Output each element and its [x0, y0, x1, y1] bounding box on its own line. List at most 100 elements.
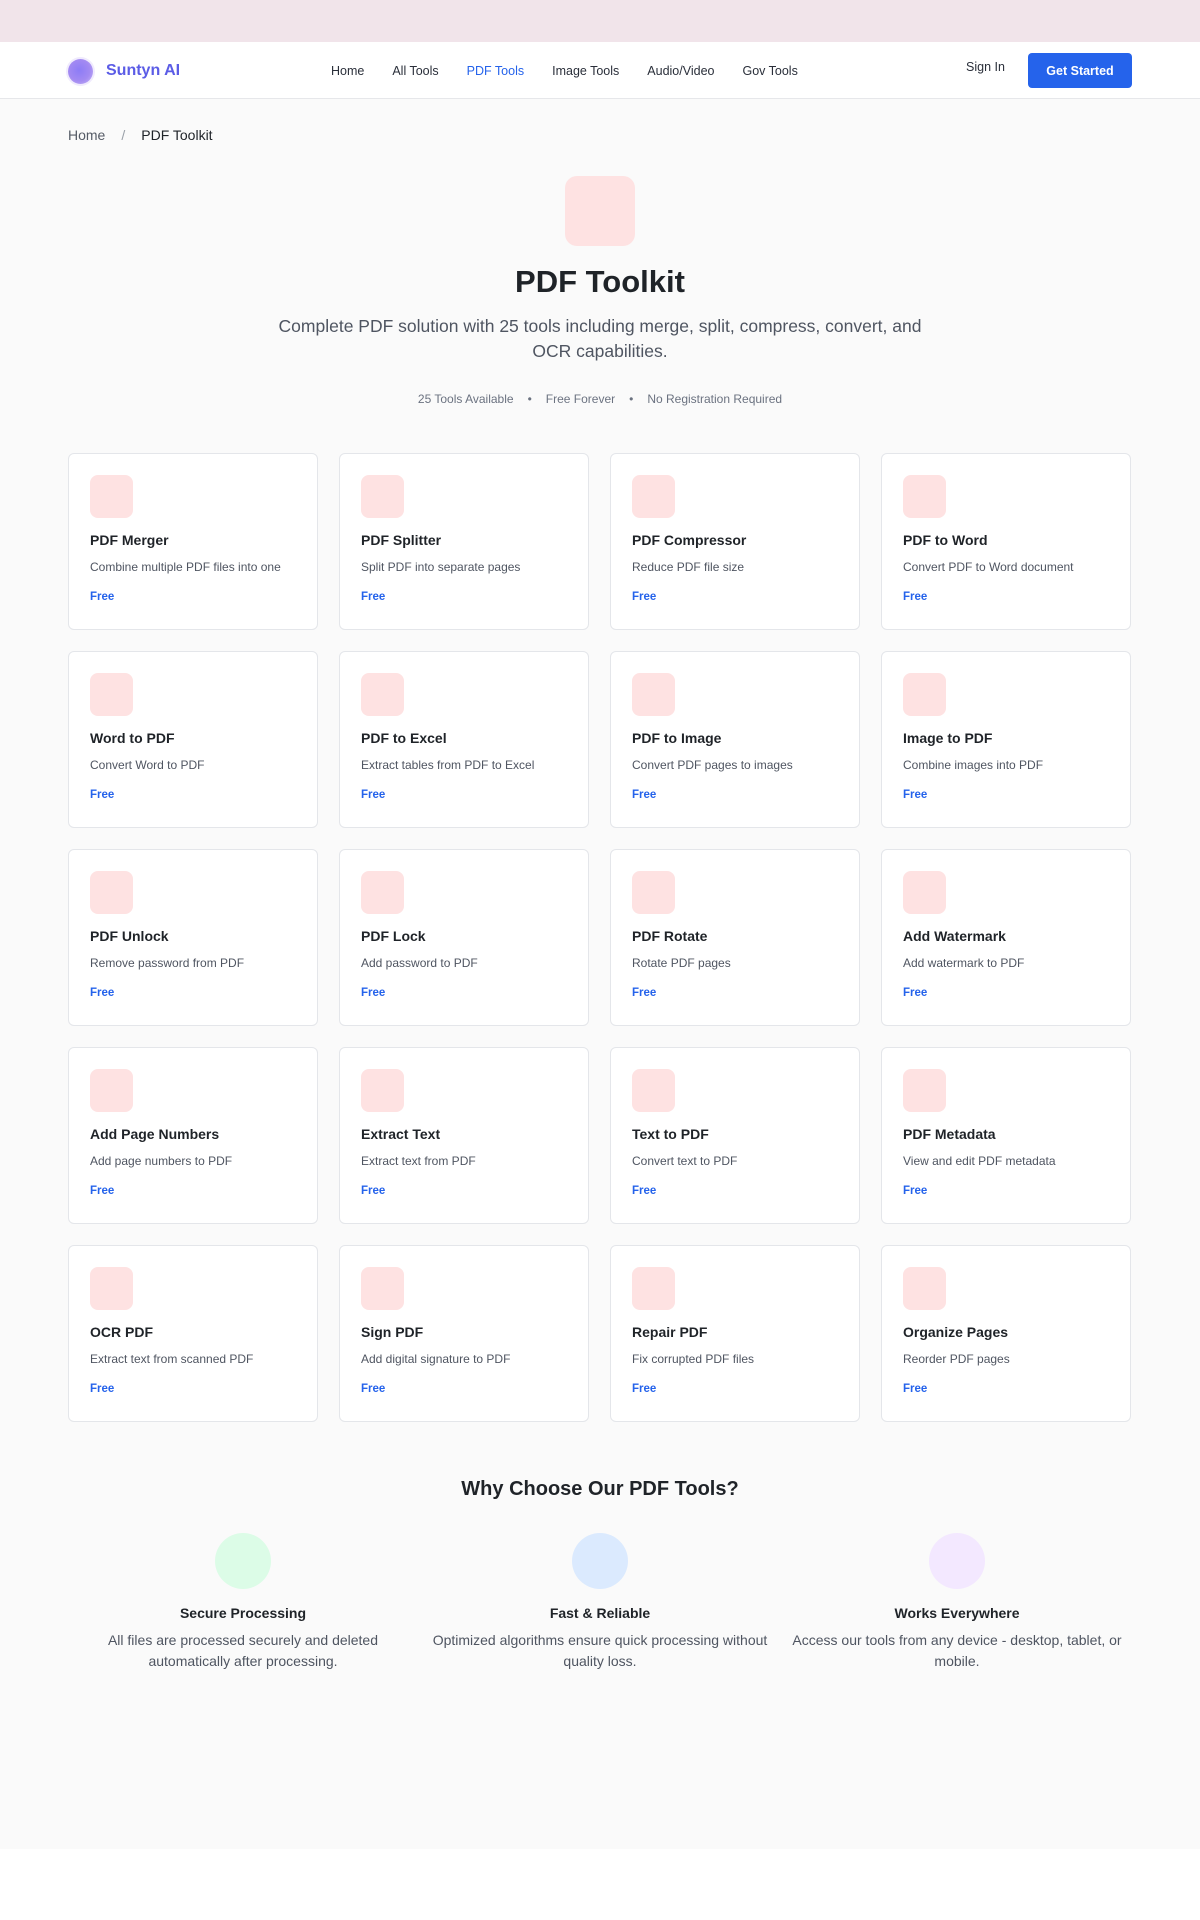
tool-title: PDF to Word — [903, 532, 988, 548]
tool-icon — [361, 871, 404, 914]
tool-card-image-to-pdf[interactable]: Image to PDF Combine images into PDF Free — [881, 651, 1131, 828]
tool-price-badge: Free — [361, 789, 386, 801]
tool-card-sign-pdf[interactable]: Sign PDF Add digital signature to PDF Free — [339, 1245, 589, 1422]
tool-description: Remove password from PDF — [90, 956, 245, 970]
tool-title: PDF Splitter — [361, 532, 442, 548]
feature-description: All files are processed securely and del… — [107, 1632, 379, 1669]
breadcrumb-home[interactable]: Home — [68, 127, 105, 143]
tool-card-pdf-compressor[interactable]: PDF Compressor Reduce PDF file size Free — [610, 453, 860, 630]
tool-icon — [903, 475, 946, 518]
feature-item: Secure Processing All files are processed… — [68, 1533, 418, 1672]
tool-title: PDF Lock — [361, 928, 426, 944]
tool-grid: PDF Merger Combine multiple PDF files int… — [68, 453, 1132, 1422]
nav-link-image-tools[interactable]: Image Tools — [552, 64, 619, 78]
tool-card-pdf-to-excel[interactable]: PDF to Excel Extract tables from PDF to E… — [339, 651, 589, 828]
tool-title: OCR PDF — [90, 1324, 153, 1340]
tool-card-extract-text[interactable]: Extract Text Extract text from PDF Free — [339, 1047, 589, 1224]
tool-description: Fix corrupted PDF files — [632, 1352, 755, 1366]
breadcrumb-separator: / — [121, 127, 126, 143]
pdf-icon — [565, 176, 635, 246]
tool-card-pdf-lock[interactable]: PDF Lock Add password to PDF Free — [339, 849, 589, 1026]
tool-card-word-to-pdf[interactable]: Word to PDF Convert Word to PDF Free — [68, 651, 318, 828]
tool-description: Add page numbers to PDF — [90, 1154, 233, 1168]
tool-card-add-page-numbers[interactable]: Add Page Numbers Add page numbers to PDF F… — [68, 1047, 318, 1224]
tool-title: PDF to Excel — [361, 730, 447, 746]
tool-price-badge: Free — [632, 987, 657, 999]
tool-title: Sign PDF — [361, 1324, 424, 1340]
tool-description: Rotate PDF pages — [632, 956, 731, 970]
tool-title: Text to PDF — [632, 1126, 709, 1142]
tool-card-pdf-splitter[interactable]: PDF Splitter Split PDF into separate page… — [339, 453, 589, 630]
tool-title: Add Page Numbers — [90, 1126, 220, 1142]
tool-price-badge: Free — [632, 1383, 657, 1395]
tool-card-pdf-rotate[interactable]: PDF Rotate Rotate PDF pages Free — [610, 849, 860, 1026]
tool-price-badge: Free — [361, 1185, 386, 1197]
top-banner-strip — [0, 0, 1200, 42]
sign-in-link[interactable]: Sign In — [966, 60, 1005, 74]
tool-price-badge: Free — [903, 987, 928, 999]
nav-link-all-tools[interactable]: All Tools — [392, 64, 438, 78]
tool-card-pdf-to-word[interactable]: PDF to Word Convert PDF to Word document F… — [881, 453, 1131, 630]
feature-description: Optimized algorithms ensure quick proces… — [432, 1632, 768, 1669]
meta-separator: • — [527, 392, 532, 406]
tool-icon — [903, 1267, 946, 1310]
feature-title: Fast & Reliable — [549, 1605, 651, 1621]
nav-link-pdf-tools[interactable]: PDF Tools — [467, 64, 524, 78]
tool-card-repair-pdf[interactable]: Repair PDF Fix corrupted PDF files Free — [610, 1245, 860, 1422]
meta-free: Free Forever — [545, 392, 616, 406]
tool-card-pdf-metadata[interactable]: PDF Metadata View and edit PDF metadata Fr… — [881, 1047, 1131, 1224]
tool-price-badge: Free — [632, 1185, 657, 1197]
tool-icon — [90, 1069, 133, 1112]
feature-title: Secure Processing — [179, 1605, 307, 1621]
tool-icon — [632, 673, 675, 716]
tool-icon — [361, 1267, 404, 1310]
tool-description: View and edit PDF metadata — [903, 1154, 1056, 1168]
tool-card-pdf-to-image[interactable]: PDF to Image Convert PDF pages to images F… — [610, 651, 860, 828]
nav-link-audio-video[interactable]: Audio/Video — [647, 64, 714, 78]
tool-card-text-to-pdf[interactable]: Text to PDF Convert text to PDF Free — [610, 1047, 860, 1224]
get-started-button[interactable]: Get Started — [1028, 53, 1132, 88]
features-row: Secure Processing All files are processed… — [68, 1533, 1132, 1672]
tool-card-pdf-merger[interactable]: PDF Merger Combine multiple PDF files int… — [68, 453, 318, 630]
tool-icon — [90, 1267, 133, 1310]
tool-card-add-watermark[interactable]: Add Watermark Add watermark to PDF Free — [881, 849, 1131, 1026]
tool-description: Extract text from PDF — [361, 1154, 476, 1168]
tool-description: Split PDF into separate pages — [361, 560, 521, 574]
tool-icon — [632, 1069, 675, 1112]
tool-title: PDF Compressor — [632, 532, 747, 548]
tool-price-badge: Free — [90, 1185, 115, 1197]
tool-price-badge: Free — [90, 1383, 115, 1395]
page-title: PDF Toolkit — [515, 264, 685, 299]
tool-price-badge: Free — [903, 789, 928, 801]
tool-title: PDF Rotate — [632, 928, 708, 944]
tool-description: Add digital signature to PDF — [361, 1352, 511, 1366]
tool-icon — [903, 1069, 946, 1112]
tool-icon — [632, 475, 675, 518]
tool-description: Convert Word to PDF — [90, 758, 205, 772]
tool-icon — [361, 673, 404, 716]
tool-price-badge: Free — [903, 1383, 928, 1395]
tool-title: Image to PDF — [903, 730, 993, 746]
meta-no-registration: No Registration Required — [647, 392, 783, 406]
lightning-icon — [572, 1533, 628, 1589]
tool-description: Convert PDF to Word document — [903, 560, 1074, 574]
breadcrumb: Home / PDF Toolkit — [68, 127, 213, 143]
tool-icon — [632, 871, 675, 914]
nav-link-home[interactable]: Home — [331, 64, 364, 78]
brand-name: Suntyn AI — [106, 62, 181, 79]
navbar: Suntyn AI Home All Tools PDF Tools Image… — [0, 42, 1200, 99]
tool-icon — [632, 1267, 675, 1310]
nav-link-gov-tools[interactable]: Gov Tools — [742, 64, 797, 78]
tool-card-pdf-unlock[interactable]: PDF Unlock Remove password from PDF Free — [68, 849, 318, 1026]
meta-separator: • — [629, 392, 634, 406]
tool-price-badge: Free — [361, 987, 386, 999]
tool-description: Combine multiple PDF files into one — [90, 560, 281, 574]
tool-card-organize-pages[interactable]: Organize Pages Reorder PDF pages Free — [881, 1245, 1131, 1422]
feature-title: Works Everywhere — [894, 1605, 1020, 1621]
tool-card-ocr-pdf[interactable]: OCR PDF Extract text from scanned PDF Free — [68, 1245, 318, 1422]
breadcrumb-current: PDF Toolkit — [141, 127, 213, 143]
tool-description: Extract tables from PDF to Excel — [361, 758, 535, 772]
brand[interactable]: Suntyn AI — [68, 58, 180, 84]
tool-icon — [903, 871, 946, 914]
devices-icon — [929, 1533, 985, 1589]
